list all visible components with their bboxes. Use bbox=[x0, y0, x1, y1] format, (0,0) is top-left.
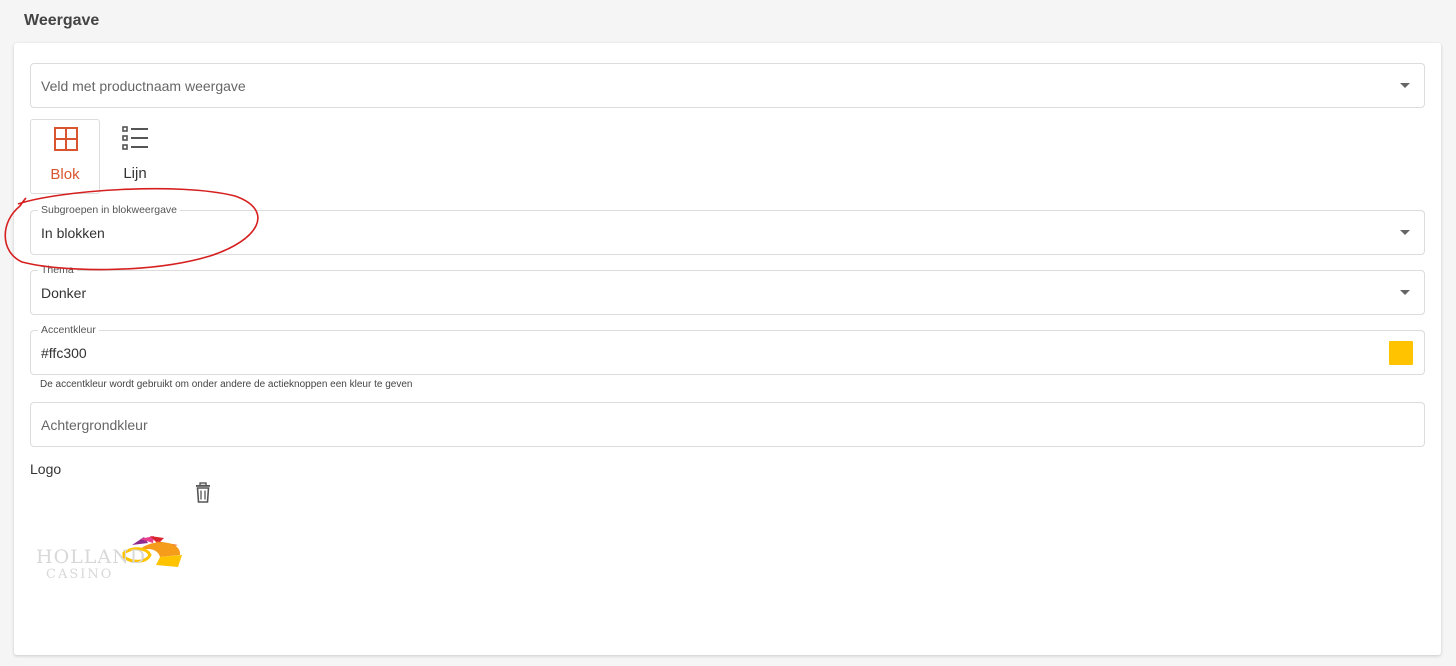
chevron-down-icon bbox=[1400, 230, 1410, 235]
view-option-lijn-label: Lijn bbox=[123, 165, 147, 182]
view-option-blok[interactable]: Blok bbox=[30, 119, 100, 194]
product-name-placeholder: Veld met productnaam weergave bbox=[41, 78, 246, 94]
accent-color-label: Accentkleur bbox=[38, 324, 99, 336]
list-icon bbox=[122, 126, 148, 150]
product-name-select[interactable]: Veld met productnaam weergave bbox=[30, 63, 1425, 108]
logo-label: Logo bbox=[30, 461, 62, 477]
display-settings-card: Veld met productnaam weergave Blok Lijn bbox=[14, 43, 1441, 655]
trash-icon[interactable] bbox=[193, 482, 213, 504]
background-color-field[interactable]: Achtergrondkleur bbox=[30, 402, 1425, 447]
accent-color-hint: De accentkleur wordt gebruikt om onder a… bbox=[40, 379, 413, 390]
background-color-placeholder: Achtergrondkleur bbox=[41, 417, 148, 433]
accent-color-value: #ffc300 bbox=[41, 345, 87, 361]
subgroups-select[interactable]: Subgroepen in blokweergave In blokken bbox=[30, 204, 1425, 255]
grid-icon bbox=[54, 127, 78, 151]
theme-label: Thema bbox=[38, 264, 77, 276]
theme-value: Donker bbox=[41, 285, 87, 301]
logo-text-line1: HOLLAND bbox=[36, 546, 146, 568]
logo-image: HOLLAND CASINO bbox=[36, 536, 182, 582]
logo-text-line2: CASINO bbox=[46, 567, 113, 582]
view-mode-toggle: Blok Lijn bbox=[30, 119, 170, 194]
view-option-blok-label: Blok bbox=[50, 166, 80, 183]
chevron-down-icon bbox=[1400, 290, 1410, 295]
view-option-lijn[interactable]: Lijn bbox=[100, 119, 170, 194]
accent-color-field[interactable]: Accentkleur #ffc300 bbox=[30, 324, 1425, 375]
subgroups-label: Subgroepen in blokweergave bbox=[38, 204, 181, 216]
theme-select[interactable]: Thema Donker bbox=[30, 264, 1425, 315]
subgroups-value: In blokken bbox=[41, 225, 105, 241]
color-swatch[interactable] bbox=[1389, 341, 1413, 365]
section-title: Weergave bbox=[24, 12, 100, 29]
chevron-down-icon bbox=[1400, 83, 1410, 88]
